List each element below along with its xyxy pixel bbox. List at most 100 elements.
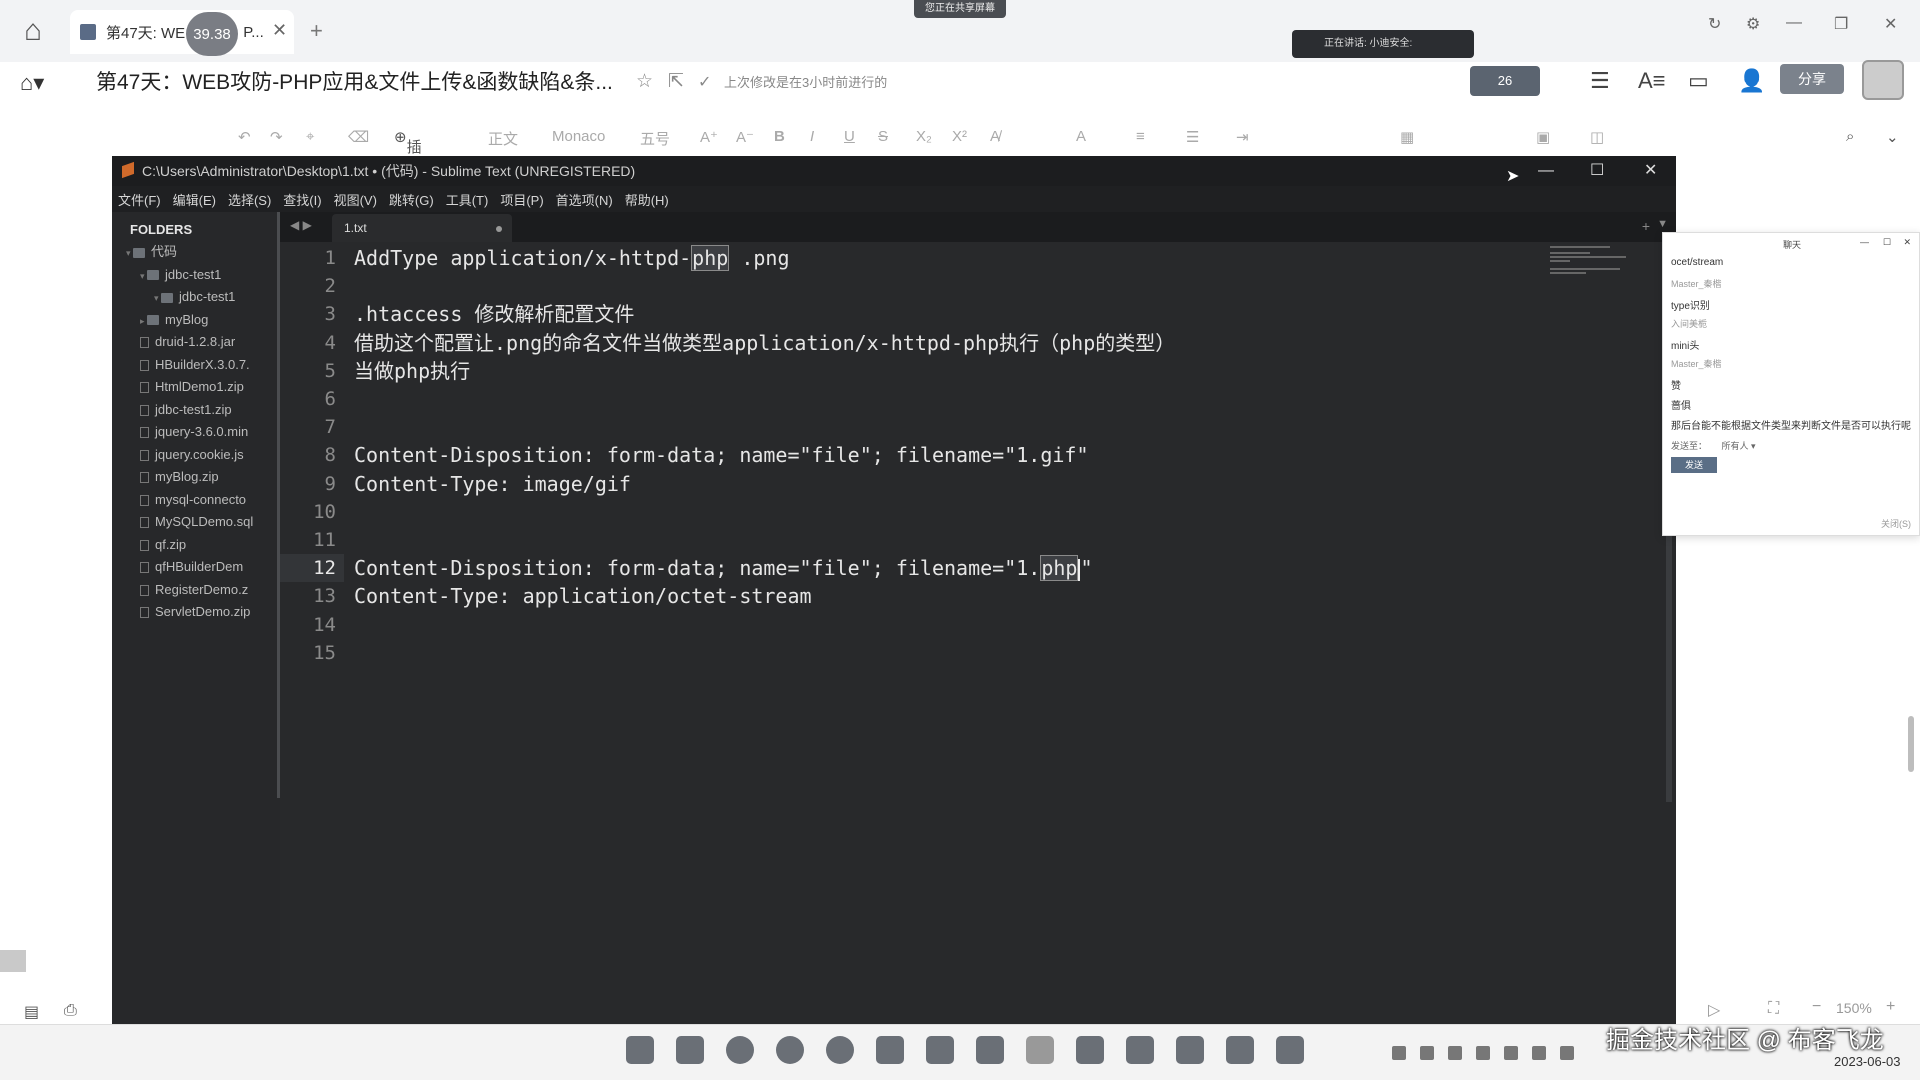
selected-text[interactable]: php [691, 245, 730, 271]
menu-item[interactable]: 查找(I) [283, 190, 321, 209]
play-icon[interactable]: ▷ [1708, 1000, 1720, 1020]
code-line[interactable]: Content-Disposition: form-data; name="fi… [354, 441, 1089, 469]
avatar[interactable] [1862, 60, 1904, 100]
menu-item[interactable]: 文件(F) [118, 190, 161, 209]
editor-area[interactable]: ◀ ▶ 1.txt + ▼ 1 2 3 4 5 6 7 8 9 10 11 12 13 14 15 AddT… [280, 212, 1676, 1026]
menu-icon[interactable]: ☰ [1590, 68, 1610, 94]
chat-send-button[interactable]: 发送 [1671, 457, 1717, 473]
menu-item[interactable]: 项目(P) [500, 190, 543, 209]
tray-icon-2[interactable] [1420, 1046, 1434, 1060]
tree-disclosure-icon[interactable]: ▾ [154, 293, 161, 303]
menu-item[interactable]: 首选项(N) [556, 190, 613, 209]
text-size-icon[interactable]: A≡ [1638, 68, 1666, 94]
indent-icon[interactable]: ⇥ [1236, 128, 1249, 146]
file-tab-1-txt[interactable]: 1.txt [332, 214, 512, 242]
tray-icon-5[interactable] [1504, 1046, 1518, 1060]
table-icon[interactable]: ▦ [1400, 128, 1414, 146]
menu-item[interactable]: 跳转(G) [389, 190, 434, 209]
start-icon[interactable] [626, 1036, 654, 1064]
tree-file[interactable]: ServletDemo.zip [140, 602, 250, 622]
tray-icon-4[interactable] [1476, 1046, 1490, 1060]
tray-shield-icon[interactable] [1448, 1046, 1462, 1060]
user-icon[interactable]: 👤 [1738, 68, 1765, 94]
menu-item[interactable]: 选择(S) [228, 190, 271, 209]
collaborators-badge[interactable]: 26 [1470, 66, 1540, 96]
insert-button[interactable]: ⊕ 插入 [394, 128, 422, 177]
eraser-icon[interactable]: ⌫ [348, 128, 369, 146]
java-icon[interactable] [1076, 1036, 1104, 1064]
code-line[interactable]: Content-Type: image/gif [354, 470, 631, 498]
print-layout-icon[interactable]: ⎙ [64, 1002, 77, 1020]
tab-nav-arrows-icon[interactable]: ◀ ▶ [290, 218, 312, 232]
tree-file[interactable]: qfHBuilderDem [140, 557, 243, 577]
tree-folder[interactable]: ▾ 代码 [126, 242, 177, 262]
font-select[interactable]: Monaco [552, 128, 605, 145]
tree-disclosure-icon[interactable]: ▸ [140, 316, 147, 326]
tree-disclosure-icon[interactable]: ▾ [140, 271, 147, 281]
zoom-out-icon[interactable]: − [1812, 998, 1821, 1016]
minimap[interactable] [1550, 244, 1626, 276]
tree-file[interactable]: mysql-connecto [140, 490, 246, 510]
unsaved-dot-icon[interactable] [496, 226, 502, 232]
style-select[interactable]: 正文 [488, 128, 518, 149]
code-line[interactable]: Content-Type: application/octet-stream [354, 582, 812, 610]
sublime-maximize-icon[interactable]: ☐ [1590, 156, 1604, 186]
shrink-font-icon[interactable]: A⁻ [736, 128, 754, 146]
tree-file[interactable]: jdbc-test1.zip [140, 400, 232, 420]
list-icon[interactable]: ☰ [1186, 128, 1199, 146]
present-icon[interactable]: ▭ [1688, 68, 1709, 94]
font-color-icon[interactable]: A [1076, 128, 1086, 145]
underline-icon[interactable]: U [844, 128, 855, 145]
subscript-icon[interactable]: X₂ [916, 128, 932, 145]
chat-close-icon[interactable]: ✕ [1903, 237, 1911, 248]
code-line[interactable]: 当做php执行 [354, 357, 470, 385]
menu-item[interactable]: 帮助(H) [625, 190, 669, 209]
font-size-select[interactable]: 五号 [640, 128, 670, 149]
refresh-icon[interactable]: ↻ [1708, 14, 1721, 34]
send-to-row[interactable]: 发送至： 所有人 ▾ [1671, 439, 1756, 452]
outline-icon[interactable]: ▤ [24, 1002, 39, 1022]
tree-file[interactable]: jquery.cookie.js [140, 445, 244, 465]
mountain-app-icon[interactable] [976, 1036, 1004, 1064]
document-title[interactable]: 第47天：WEB攻防-PHP应用&文件上传&函数缺陷&条... [96, 66, 613, 96]
chat-minimize-icon[interactable]: — [1860, 237, 1869, 247]
pin-app-icon[interactable] [926, 1036, 954, 1064]
bold-icon[interactable]: B [774, 128, 785, 145]
code-line[interactable]: 借助这个配置让.png的命名文件当做类型application/x-httpd-… [354, 329, 1175, 357]
home-icon[interactable]: ⌂▾ [20, 70, 44, 96]
undo-icon[interactable]: ↶ [238, 128, 251, 146]
person-app-icon[interactable] [1276, 1036, 1304, 1064]
tray-icon-6[interactable] [1532, 1046, 1546, 1060]
clock-date[interactable]: 2023-06-03 [1834, 1054, 1901, 1069]
send-to-value[interactable]: 所有人 [1722, 441, 1749, 451]
tree-file[interactable]: HtmlDemo1.zip [140, 377, 244, 397]
tree-file[interactable]: MySQLDemo.sql [140, 512, 253, 532]
selected-text[interactable]: php [1040, 555, 1079, 582]
left-panel-toggle[interactable] [0, 950, 26, 972]
tree-file[interactable]: RegisterDemo.z [140, 580, 248, 600]
insert-object-icon[interactable]: ◫ [1590, 128, 1604, 146]
tray-icon-7[interactable] [1560, 1046, 1574, 1060]
grow-font-icon[interactable]: A⁺ [700, 128, 718, 146]
export-icon[interactable]: ⇱ [668, 70, 684, 93]
terminal-icon[interactable] [1026, 1036, 1054, 1064]
page-scrollbar[interactable] [1908, 716, 1914, 772]
italic-icon[interactable]: I [810, 128, 814, 145]
tree-file[interactable]: druid-1.2.8.jar [140, 332, 235, 352]
new-tab-icon[interactable]: + [310, 18, 323, 44]
shield-app-icon[interactable] [1176, 1036, 1204, 1064]
image-icon[interactable]: ▣ [1536, 128, 1550, 146]
settings-icon[interactable]: ⚙ [1746, 14, 1760, 34]
chat-maximize-icon[interactable]: ☐ [1883, 237, 1891, 248]
menu-item[interactable]: 工具(T) [446, 190, 489, 209]
tray-icon-1[interactable] [1392, 1046, 1406, 1060]
menu-item[interactable]: 编辑(E) [173, 190, 216, 209]
tab-close-icon[interactable]: ✕ [272, 20, 287, 41]
tree-folder[interactable]: ▾ jdbc-test1 [154, 287, 235, 307]
star-icon[interactable]: ☆ [636, 70, 653, 93]
fullscreen-icon[interactable]: ⛶ [1768, 1000, 1779, 1018]
superscript-icon[interactable]: X² [952, 128, 967, 145]
chevron-down-icon[interactable]: ⌄ [1886, 128, 1899, 146]
minimize-icon[interactable]: — [1786, 14, 1802, 32]
sublime-close-icon[interactable]: ✕ [1644, 156, 1657, 186]
